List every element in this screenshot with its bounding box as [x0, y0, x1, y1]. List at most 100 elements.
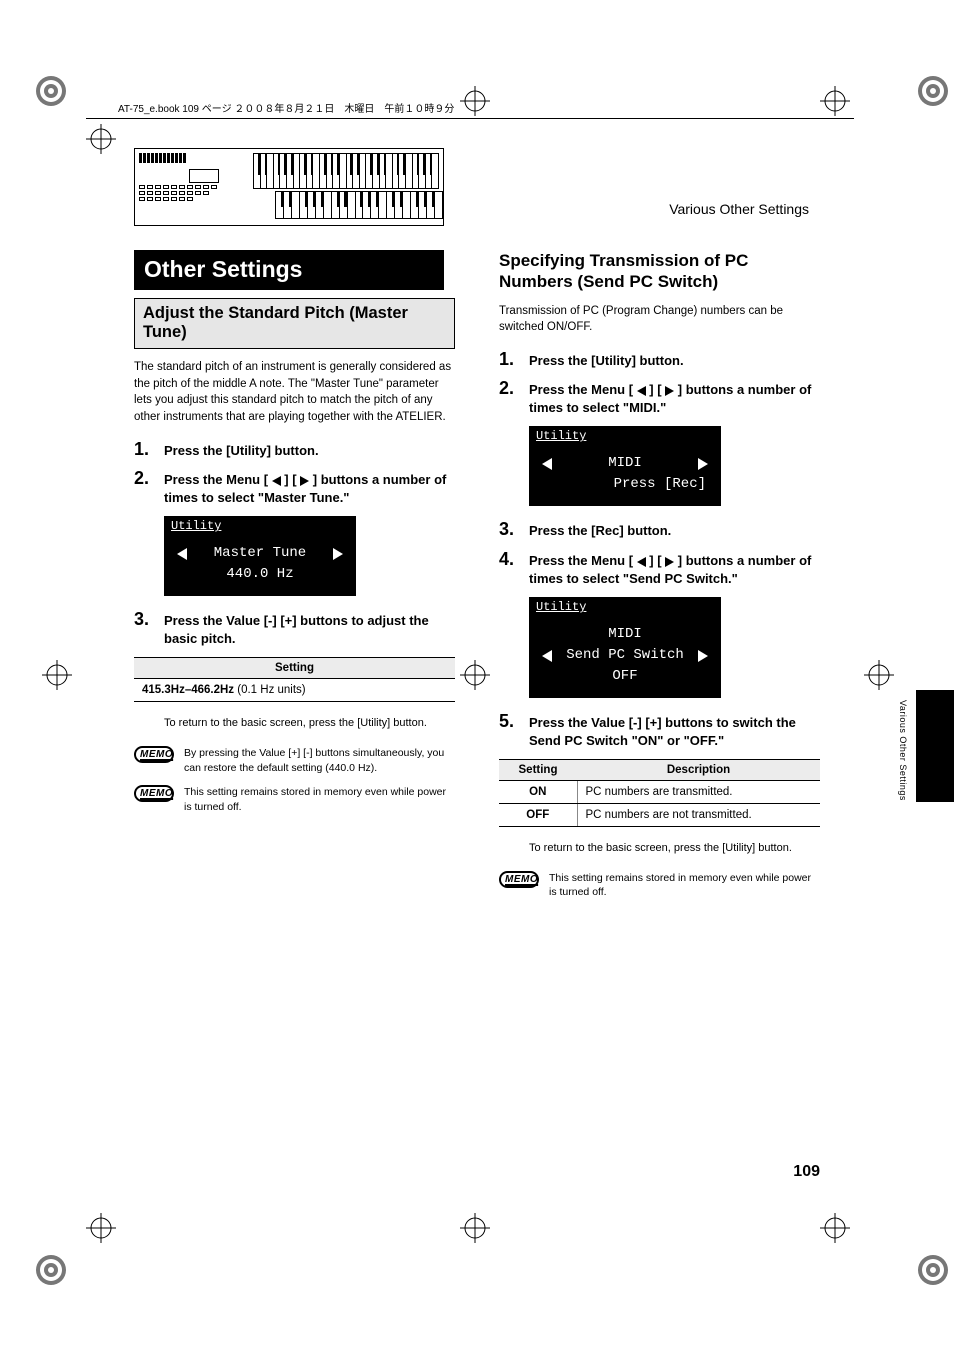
step-text: Press the Value [-] [+] buttons to adjus… — [164, 610, 455, 647]
step-text: Press the Value [-] [+] buttons to switc… — [529, 712, 820, 749]
keyboard-upper-icon — [253, 153, 439, 189]
registration-mark-icon — [916, 1253, 950, 1287]
table-cell: 415.3Hz–466.2Hz (0.1 Hz units) — [134, 679, 455, 702]
running-head: Various Other Settings — [669, 201, 809, 217]
step-text: Press the [Utility] button. — [164, 440, 319, 460]
memo-text: This setting remains stored in memory ev… — [184, 785, 455, 814]
step-1: 1. Press the [Utility] button. — [499, 350, 820, 370]
step-text-fragment: Press the Menu [ — [529, 553, 637, 568]
crosshair-icon — [460, 1213, 490, 1243]
registration-mark-icon — [916, 74, 950, 108]
crosshair-icon — [86, 1213, 116, 1243]
left-arrow-icon — [637, 386, 646, 396]
memo-text: By pressing the Value [+] [-] buttons si… — [184, 746, 455, 775]
memo-badge-icon: MEMO — [134, 785, 174, 802]
step-number: 5. — [499, 712, 521, 730]
return-note: To return to the basic screen, press the… — [164, 716, 455, 731]
lcd-line3: OFF — [612, 666, 637, 687]
crosshair-icon — [820, 1213, 850, 1243]
setting-description-table: Setting Description ON PC numbers are tr… — [499, 759, 820, 827]
step-text: Press the Menu [ ] [ ] buttons a number … — [529, 379, 820, 416]
table-cell-setting: ON — [499, 781, 577, 804]
crosshair-icon — [42, 660, 72, 690]
memo-badge-icon: MEMO — [499, 871, 539, 888]
print-header-text: AT-75_e.book 109 ページ ２００８年８月２１日 木曜日 午前１０… — [118, 100, 454, 115]
left-arrow-icon — [542, 458, 552, 470]
step-3: 3. Press the [Rec] button. — [499, 520, 820, 540]
crosshair-icon — [86, 124, 116, 154]
left-arrow-icon — [177, 548, 187, 560]
lcd-line1: Master Tune — [214, 543, 306, 564]
table-row: OFF PC numbers are not transmitted. — [499, 804, 820, 827]
step-number: 1. — [499, 350, 521, 368]
step-text-fragment: ] [ — [646, 382, 666, 397]
lcd-midi: Utility MIDI Press [Rec] — [529, 426, 721, 506]
right-arrow-icon — [665, 557, 674, 567]
right-arrow-outline-icon — [698, 650, 708, 662]
step-2: 2. Press the Menu [ ] [ ] buttons a numb… — [134, 469, 455, 506]
table-header-setting: Setting — [499, 760, 577, 781]
left-arrow-icon — [272, 476, 281, 486]
step-3: 3. Press the Value [-] [+] buttons to ad… — [134, 610, 455, 647]
step-number: 2. — [134, 469, 156, 487]
step-4: 4. Press the Menu [ ] [ ] buttons a numb… — [499, 550, 820, 587]
lcd-line2: Press [Rec] — [536, 474, 714, 495]
step-5: 5. Press the Value [-] [+] buttons to sw… — [499, 712, 820, 749]
step-text: Press the [Rec] button. — [529, 520, 671, 540]
left-arrow-icon — [637, 557, 646, 567]
keyboard-lower-icon — [275, 191, 443, 219]
registration-mark-icon — [34, 1253, 68, 1287]
crosshair-icon — [460, 86, 490, 116]
product-illustration — [134, 148, 444, 226]
side-tab-label: Various Other Settings — [898, 700, 908, 801]
crosshair-icon — [864, 660, 894, 690]
step-number: 3. — [134, 610, 156, 628]
section-title-send-pc: Specifying Transmission of PC Numbers (S… — [499, 250, 820, 293]
step-text-fragment: Press the Menu [ — [529, 382, 637, 397]
step-text: Press the [Utility] button. — [529, 350, 684, 370]
setting-table: Setting 415.3Hz–466.2Hz (0.1 Hz units) — [134, 657, 455, 702]
step-text-fragment: Press the Menu [ — [164, 472, 272, 487]
right-arrow-icon — [698, 458, 708, 470]
lcd-line2: Send PC Switch — [566, 645, 684, 666]
step-text: Press the Menu [ ] [ ] buttons a number … — [529, 550, 820, 587]
return-note: To return to the basic screen, press the… — [529, 841, 820, 856]
step-text-fragment: ] [ — [646, 553, 666, 568]
step-number: 3. — [499, 520, 521, 538]
step-number: 1. — [134, 440, 156, 458]
memo-badge-icon: MEMO — [134, 746, 174, 763]
table-value-rest: (0.1 Hz units) — [234, 684, 306, 696]
right-arrow-icon — [665, 386, 674, 396]
section-intro: The standard pitch of an instrument is g… — [134, 359, 455, 426]
step-text-fragment: ] [ — [281, 472, 301, 487]
right-arrow-icon — [333, 548, 343, 560]
table-cell-setting: OFF — [499, 804, 577, 827]
lcd-title: Utility — [530, 427, 720, 445]
lcd-title: Utility — [530, 598, 720, 616]
lcd-master-tune: Utility Master Tune 440.0 Hz — [164, 516, 356, 596]
right-arrow-icon — [300, 476, 309, 486]
step-number: 4. — [499, 550, 521, 568]
section-intro: Transmission of PC (Program Change) numb… — [499, 303, 820, 336]
lcd-line1: MIDI — [608, 453, 642, 474]
section-title-master-tune: Adjust the Standard Pitch (Master Tune) — [134, 298, 455, 349]
table-row: ON PC numbers are transmitted. — [499, 781, 820, 804]
step-2: 2. Press the Menu [ ] [ ] buttons a numb… — [499, 379, 820, 416]
memo-item: MEMO By pressing the Value [+] [-] butto… — [134, 746, 455, 775]
chapter-title: Other Settings — [134, 250, 444, 290]
step-number: 2. — [499, 379, 521, 397]
memo-item: MEMO This setting remains stored in memo… — [134, 785, 455, 814]
table-cell-description: PC numbers are not transmitted. — [577, 804, 820, 827]
table-cell-description: PC numbers are transmitted. — [577, 781, 820, 804]
registration-mark-icon — [34, 74, 68, 108]
table-value-bold: 415.3Hz–466.2Hz — [142, 684, 234, 696]
memo-text: This setting remains stored in memory ev… — [549, 871, 820, 900]
step-text: Press the Menu [ ] [ ] buttons a number … — [164, 469, 455, 506]
left-column: Other Settings Adjust the Standard Pitch… — [134, 250, 455, 1211]
thumb-index-tab — [916, 690, 954, 802]
table-header: Setting — [134, 658, 455, 679]
lcd-line2: 440.0 Hz — [226, 564, 293, 585]
lcd-title: Utility — [165, 517, 355, 535]
table-header-description: Description — [577, 760, 820, 781]
lcd-send-pc: Utility MIDI Send PC Switch OFF — [529, 597, 721, 698]
